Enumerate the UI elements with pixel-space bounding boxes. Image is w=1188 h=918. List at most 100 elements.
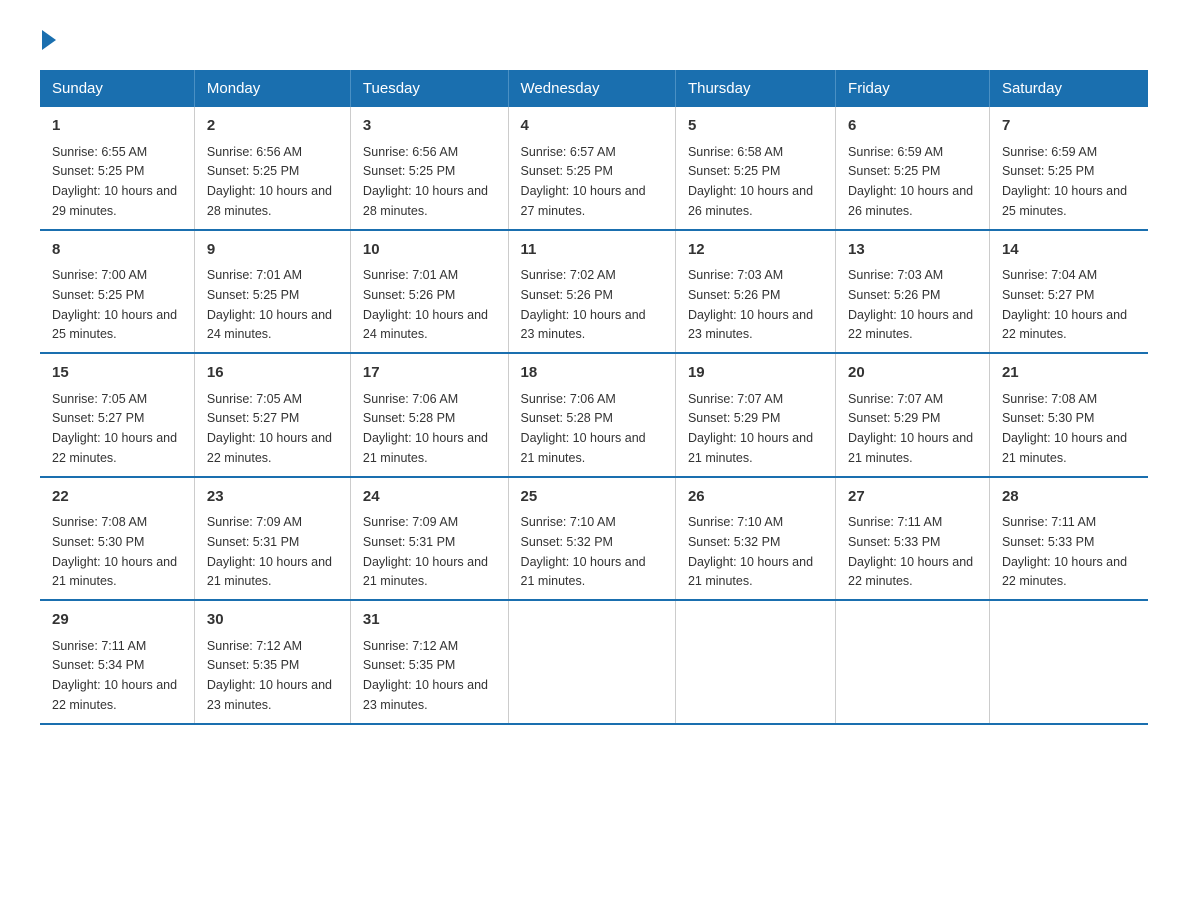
day-info: Sunrise: 7:09 AMSunset: 5:31 PMDaylight:…: [207, 515, 332, 588]
day-number: 26: [688, 486, 823, 509]
day-info: Sunrise: 6:57 AMSunset: 5:25 PMDaylight:…: [521, 145, 646, 218]
day-number: 11: [521, 239, 663, 262]
day-info: Sunrise: 7:01 AMSunset: 5:26 PMDaylight:…: [363, 268, 488, 341]
day-number: 4: [521, 115, 663, 138]
day-info: Sunrise: 7:11 AMSunset: 5:33 PMDaylight:…: [1002, 515, 1127, 588]
day-number: 8: [52, 239, 182, 262]
day-number: 22: [52, 486, 182, 509]
day-info: Sunrise: 6:56 AMSunset: 5:25 PMDaylight:…: [207, 145, 332, 218]
day-number: 27: [848, 486, 977, 509]
day-info: Sunrise: 7:12 AMSunset: 5:35 PMDaylight:…: [207, 639, 332, 712]
day-number: 20: [848, 362, 977, 385]
calendar-cell: 14 Sunrise: 7:04 AMSunset: 5:27 PMDaylig…: [989, 230, 1148, 354]
day-number: 31: [363, 609, 496, 632]
calendar-cell: 24 Sunrise: 7:09 AMSunset: 5:31 PMDaylig…: [350, 477, 508, 601]
day-info: Sunrise: 7:07 AMSunset: 5:29 PMDaylight:…: [688, 392, 813, 465]
calendar-cell: 7 Sunrise: 6:59 AMSunset: 5:25 PMDayligh…: [989, 107, 1148, 230]
day-number: 12: [688, 239, 823, 262]
calendar-cell: [508, 600, 675, 724]
calendar-cell: 2 Sunrise: 6:56 AMSunset: 5:25 PMDayligh…: [194, 107, 350, 230]
calendar-cell: 1 Sunrise: 6:55 AMSunset: 5:25 PMDayligh…: [40, 107, 194, 230]
weekday-header-thursday: Thursday: [675, 70, 835, 107]
calendar-cell: 9 Sunrise: 7:01 AMSunset: 5:25 PMDayligh…: [194, 230, 350, 354]
day-info: Sunrise: 7:11 AMSunset: 5:34 PMDaylight:…: [52, 639, 177, 712]
day-info: Sunrise: 7:05 AMSunset: 5:27 PMDaylight:…: [52, 392, 177, 465]
day-info: Sunrise: 7:10 AMSunset: 5:32 PMDaylight:…: [688, 515, 813, 588]
day-info: Sunrise: 7:07 AMSunset: 5:29 PMDaylight:…: [848, 392, 973, 465]
weekday-header-row: SundayMondayTuesdayWednesdayThursdayFrid…: [40, 70, 1148, 107]
calendar-cell: 19 Sunrise: 7:07 AMSunset: 5:29 PMDaylig…: [675, 353, 835, 477]
day-info: Sunrise: 7:01 AMSunset: 5:25 PMDaylight:…: [207, 268, 332, 341]
day-info: Sunrise: 6:59 AMSunset: 5:25 PMDaylight:…: [848, 145, 973, 218]
day-info: Sunrise: 7:09 AMSunset: 5:31 PMDaylight:…: [363, 515, 488, 588]
day-info: Sunrise: 7:08 AMSunset: 5:30 PMDaylight:…: [1002, 392, 1127, 465]
day-info: Sunrise: 6:55 AMSunset: 5:25 PMDaylight:…: [52, 145, 177, 218]
day-number: 18: [521, 362, 663, 385]
day-number: 17: [363, 362, 496, 385]
day-info: Sunrise: 7:03 AMSunset: 5:26 PMDaylight:…: [848, 268, 973, 341]
day-info: Sunrise: 7:06 AMSunset: 5:28 PMDaylight:…: [521, 392, 646, 465]
day-number: 29: [52, 609, 182, 632]
calendar-cell: 12 Sunrise: 7:03 AMSunset: 5:26 PMDaylig…: [675, 230, 835, 354]
day-info: Sunrise: 7:00 AMSunset: 5:25 PMDaylight:…: [52, 268, 177, 341]
logo: [40, 30, 58, 50]
calendar-cell: [836, 600, 990, 724]
calendar-header: SundayMondayTuesdayWednesdayThursdayFrid…: [40, 70, 1148, 107]
weekday-header-saturday: Saturday: [989, 70, 1148, 107]
day-number: 24: [363, 486, 496, 509]
calendar-week-row: 8 Sunrise: 7:00 AMSunset: 5:25 PMDayligh…: [40, 230, 1148, 354]
day-info: Sunrise: 7:05 AMSunset: 5:27 PMDaylight:…: [207, 392, 332, 465]
day-number: 16: [207, 362, 338, 385]
weekday-header-friday: Friday: [836, 70, 990, 107]
weekday-header-sunday: Sunday: [40, 70, 194, 107]
calendar-cell: 15 Sunrise: 7:05 AMSunset: 5:27 PMDaylig…: [40, 353, 194, 477]
day-number: 2: [207, 115, 338, 138]
day-number: 25: [521, 486, 663, 509]
day-number: 14: [1002, 239, 1136, 262]
day-number: 9: [207, 239, 338, 262]
calendar-cell: [675, 600, 835, 724]
day-number: 5: [688, 115, 823, 138]
calendar-cell: 30 Sunrise: 7:12 AMSunset: 5:35 PMDaylig…: [194, 600, 350, 724]
page-header: [40, 30, 1148, 50]
calendar-cell: 31 Sunrise: 7:12 AMSunset: 5:35 PMDaylig…: [350, 600, 508, 724]
calendar-week-row: 22 Sunrise: 7:08 AMSunset: 5:30 PMDaylig…: [40, 477, 1148, 601]
calendar-cell: 3 Sunrise: 6:56 AMSunset: 5:25 PMDayligh…: [350, 107, 508, 230]
calendar-cell: 25 Sunrise: 7:10 AMSunset: 5:32 PMDaylig…: [508, 477, 675, 601]
calendar-cell: 28 Sunrise: 7:11 AMSunset: 5:33 PMDaylig…: [989, 477, 1148, 601]
calendar-cell: 8 Sunrise: 7:00 AMSunset: 5:25 PMDayligh…: [40, 230, 194, 354]
day-info: Sunrise: 7:11 AMSunset: 5:33 PMDaylight:…: [848, 515, 973, 588]
calendar-cell: 18 Sunrise: 7:06 AMSunset: 5:28 PMDaylig…: [508, 353, 675, 477]
day-number: 13: [848, 239, 977, 262]
day-info: Sunrise: 7:03 AMSunset: 5:26 PMDaylight:…: [688, 268, 813, 341]
day-info: Sunrise: 7:02 AMSunset: 5:26 PMDaylight:…: [521, 268, 646, 341]
calendar-cell: [989, 600, 1148, 724]
day-info: Sunrise: 6:56 AMSunset: 5:25 PMDaylight:…: [363, 145, 488, 218]
calendar-cell: 13 Sunrise: 7:03 AMSunset: 5:26 PMDaylig…: [836, 230, 990, 354]
day-info: Sunrise: 7:08 AMSunset: 5:30 PMDaylight:…: [52, 515, 177, 588]
calendar-cell: 11 Sunrise: 7:02 AMSunset: 5:26 PMDaylig…: [508, 230, 675, 354]
calendar-cell: 16 Sunrise: 7:05 AMSunset: 5:27 PMDaylig…: [194, 353, 350, 477]
calendar-cell: 6 Sunrise: 6:59 AMSunset: 5:25 PMDayligh…: [836, 107, 990, 230]
calendar-cell: 5 Sunrise: 6:58 AMSunset: 5:25 PMDayligh…: [675, 107, 835, 230]
day-info: Sunrise: 7:10 AMSunset: 5:32 PMDaylight:…: [521, 515, 646, 588]
day-number: 15: [52, 362, 182, 385]
day-number: 19: [688, 362, 823, 385]
day-number: 10: [363, 239, 496, 262]
calendar-cell: 29 Sunrise: 7:11 AMSunset: 5:34 PMDaylig…: [40, 600, 194, 724]
day-number: 6: [848, 115, 977, 138]
calendar-week-row: 1 Sunrise: 6:55 AMSunset: 5:25 PMDayligh…: [40, 107, 1148, 230]
calendar-cell: 20 Sunrise: 7:07 AMSunset: 5:29 PMDaylig…: [836, 353, 990, 477]
day-info: Sunrise: 7:06 AMSunset: 5:28 PMDaylight:…: [363, 392, 488, 465]
calendar-week-row: 15 Sunrise: 7:05 AMSunset: 5:27 PMDaylig…: [40, 353, 1148, 477]
day-info: Sunrise: 6:59 AMSunset: 5:25 PMDaylight:…: [1002, 145, 1127, 218]
day-number: 23: [207, 486, 338, 509]
weekday-header-wednesday: Wednesday: [508, 70, 675, 107]
day-number: 21: [1002, 362, 1136, 385]
day-info: Sunrise: 6:58 AMSunset: 5:25 PMDaylight:…: [688, 145, 813, 218]
logo-arrow-icon: [42, 30, 56, 50]
day-number: 3: [363, 115, 496, 138]
day-number: 28: [1002, 486, 1136, 509]
calendar-cell: 10 Sunrise: 7:01 AMSunset: 5:26 PMDaylig…: [350, 230, 508, 354]
calendar-cell: 4 Sunrise: 6:57 AMSunset: 5:25 PMDayligh…: [508, 107, 675, 230]
